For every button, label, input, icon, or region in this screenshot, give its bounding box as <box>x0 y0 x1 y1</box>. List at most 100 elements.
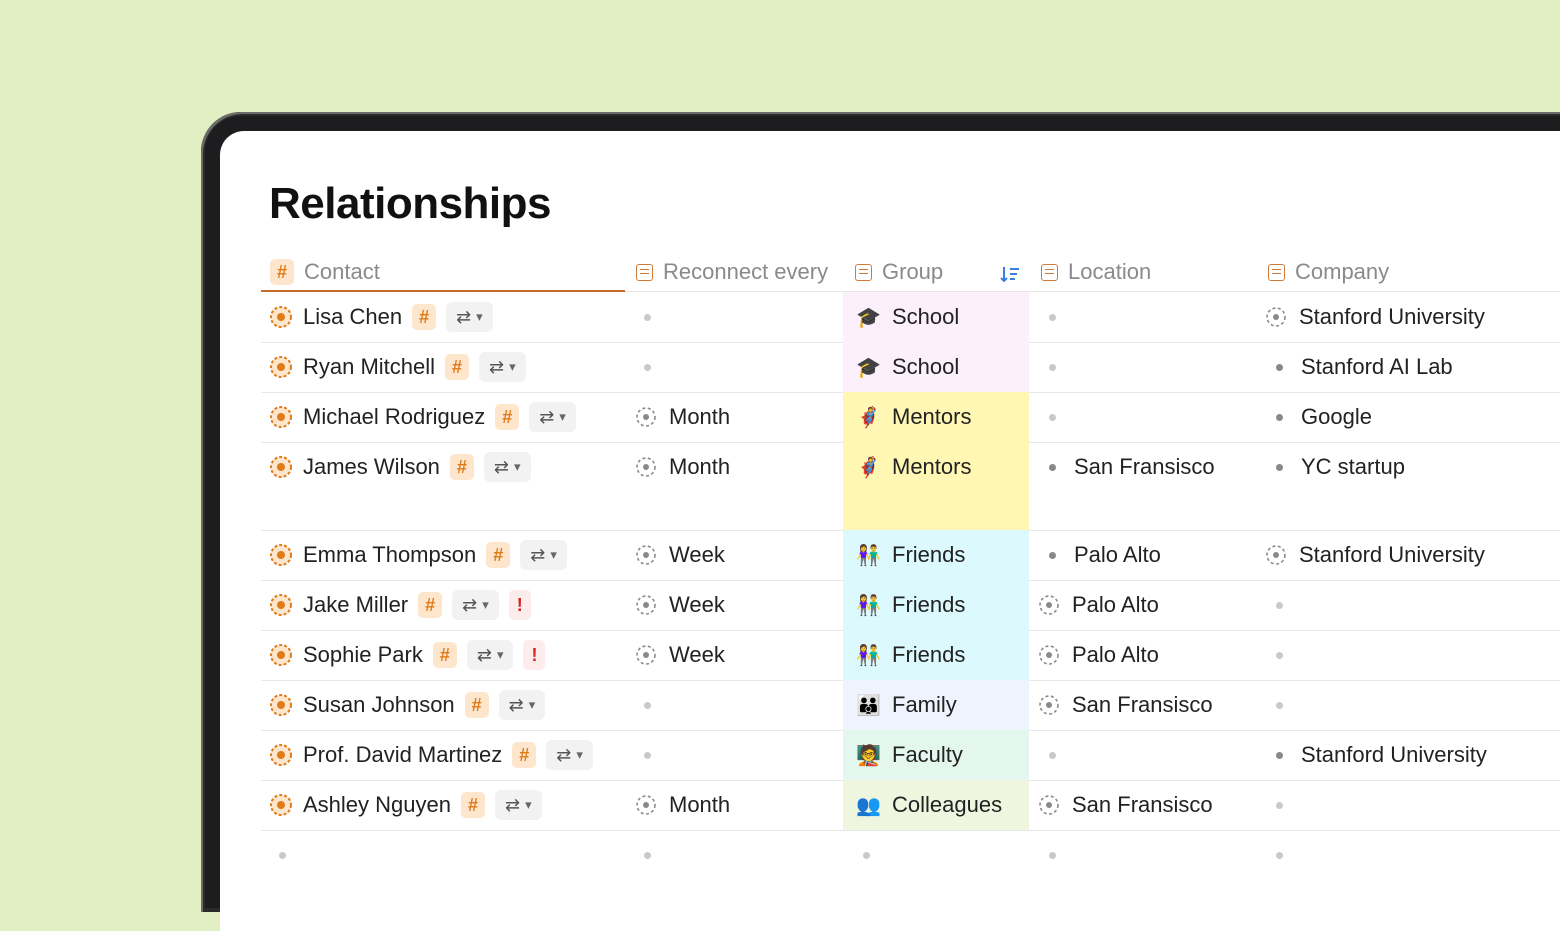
column-header-reconnect[interactable]: Reconnect every <box>636 255 828 289</box>
group-cell[interactable]: 👫 Friends <box>856 540 965 570</box>
contact-cell[interactable]: Prof. David Martinez # ⇄ ▾ <box>269 740 593 770</box>
relation-dropdown-button[interactable]: ⇄ ▾ <box>483 452 531 482</box>
sort-descending-icon[interactable] <box>1000 263 1020 285</box>
contact-cell[interactable]: Susan Johnson # ⇄ ▾ <box>269 690 546 720</box>
group-cell[interactable]: 👥 Colleagues <box>856 790 1002 820</box>
hash-icon[interactable]: # <box>512 742 537 768</box>
hash-icon[interactable]: # <box>412 304 437 330</box>
column-header-location[interactable]: Location <box>1041 255 1151 289</box>
hash-icon[interactable]: # <box>464 692 489 718</box>
empty-cell[interactable] <box>279 840 286 870</box>
column-header-group[interactable]: Group <box>855 255 943 289</box>
contact-cell[interactable]: Jake Miller # ⇄ ▾! <box>269 590 531 620</box>
table-row[interactable]: Emma Thompson # ⇄ ▾ Week 👫 Friends Palo Alto Sta… <box>261 530 1560 581</box>
contact-cell[interactable]: Ryan Mitchell # ⇄ ▾ <box>269 352 526 382</box>
column-header-company[interactable]: Company <box>1268 255 1389 289</box>
column-header-contact[interactable]: # Contact <box>270 255 380 289</box>
location-cell[interactable]: Palo Alto <box>1042 540 1161 570</box>
location-cell-empty[interactable] <box>1049 402 1056 432</box>
company-cell[interactable]: Stanford AI Lab <box>1269 352 1453 382</box>
company-cell[interactable]: Stanford University <box>1265 540 1485 570</box>
location-cell[interactable]: Palo Alto <box>1038 590 1159 620</box>
relation-dropdown-button[interactable]: ⇄ ▾ <box>529 402 576 432</box>
group-cell[interactable]: 👪 Family <box>856 690 957 720</box>
new-row-placeholder[interactable] <box>261 830 1560 880</box>
relation-dropdown-button[interactable]: ⇄ ▾ <box>520 540 567 570</box>
group-cell[interactable]: 👫 Friends <box>856 590 965 620</box>
table-row[interactable]: Ryan Mitchell # ⇄ ▾ 🎓 School Stanford AI Lab <box>261 342 1560 393</box>
empty-cell[interactable] <box>863 840 870 870</box>
group-cell[interactable]: 🦸 Mentors <box>856 402 971 432</box>
company-cell[interactable]: Stanford University <box>1265 302 1485 332</box>
reconnect-empty[interactable] <box>644 740 651 770</box>
relation-dropdown-button[interactable]: ⇄ ▾ <box>452 590 499 620</box>
contact-cell[interactable]: Ashley Nguyen # ⇄ ▾ <box>269 790 542 820</box>
contact-cell[interactable]: Michael Rodriguez # ⇄ ▾ <box>269 402 576 432</box>
location-cell[interactable]: San Fransisco <box>1042 452 1215 482</box>
reconnect-cell[interactable]: Week <box>635 640 725 670</box>
reconnect-cell[interactable]: Week <box>635 540 725 570</box>
table-row[interactable]: Susan Johnson # ⇄ ▾ 👪 Family San Fransisco <box>261 680 1560 731</box>
reconnect-empty[interactable] <box>644 690 651 720</box>
location-cell[interactable]: San Fransisco <box>1038 790 1213 820</box>
table-row[interactable]: Sophie Park # ⇄ ▾! Week 👫 Friends Palo Alto <box>261 630 1560 681</box>
empty-cell[interactable] <box>1276 840 1283 870</box>
relation-dropdown-button[interactable]: ⇄ ▾ <box>494 790 542 820</box>
relation-dropdown-button[interactable]: ⇄ ▾ <box>466 640 514 670</box>
company-cell-empty[interactable] <box>1276 590 1283 620</box>
hash-icon[interactable]: # <box>432 642 457 668</box>
company-cell-empty[interactable] <box>1276 690 1283 720</box>
relation-dropdown-button[interactable]: ⇄ ▾ <box>498 690 546 720</box>
group-label: Friends <box>892 642 966 667</box>
reconnect-empty[interactable] <box>644 352 651 382</box>
group-cell[interactable]: 🧑‍🏫 Faculty <box>856 740 963 770</box>
location-cell-empty[interactable] <box>1049 302 1056 332</box>
contact-cell[interactable]: James Wilson # ⇄ ▾ <box>269 452 531 482</box>
relation-dropdown-button[interactable]: ⇄ ▾ <box>546 740 593 770</box>
location-cell-empty[interactable] <box>1049 352 1056 382</box>
alert-icon[interactable]: ! <box>523 640 546 670</box>
hash-icon[interactable]: # <box>449 454 474 480</box>
company-cell[interactable]: Google <box>1269 402 1372 432</box>
reconnect-cell[interactable]: Week <box>635 590 725 620</box>
dashed-circle-icon <box>1039 695 1059 715</box>
group-cell[interactable]: 👫 Friends <box>856 640 965 670</box>
table-row[interactable]: Ashley Nguyen # ⇄ ▾ Month 👥 Colleagues San Fran… <box>261 780 1560 831</box>
hash-icon[interactable]: # <box>460 792 485 818</box>
swap-arrows-icon: ⇄ <box>508 694 524 715</box>
company-cell-empty[interactable] <box>1276 640 1283 670</box>
company-cell-empty[interactable] <box>1276 790 1283 820</box>
group-cell[interactable]: 🎓 School <box>856 302 959 332</box>
reconnect-cell[interactable]: Month <box>635 452 730 482</box>
hash-icon[interactable]: # <box>495 404 520 430</box>
reconnect-cell[interactable]: Month <box>635 790 730 820</box>
hash-icon[interactable]: # <box>486 542 511 568</box>
company-cell[interactable]: Stanford University <box>1269 740 1487 770</box>
table-row[interactable]: Prof. David Martinez # ⇄ ▾ 🧑‍🏫 Faculty Stanfor… <box>261 730 1560 781</box>
company-cell[interactable]: YC startup <box>1269 452 1405 482</box>
location-cell-empty[interactable] <box>1049 740 1056 770</box>
hash-icon[interactable]: # <box>445 354 470 380</box>
table-row[interactable]: Michael Rodriguez # ⇄ ▾ Month 🦸 Mentors Google <box>261 392 1560 443</box>
hash-icon[interactable]: # <box>418 592 443 618</box>
table-row[interactable]: Jake Miller # ⇄ ▾! Week 👫 Friends Palo Alto <box>261 580 1560 631</box>
dashed-circle-icon <box>636 795 656 815</box>
contact-cell[interactable]: Sophie Park # ⇄ ▾! <box>269 640 546 670</box>
empty-cell[interactable] <box>644 840 651 870</box>
alert-icon[interactable]: ! <box>508 590 531 620</box>
reconnect-empty[interactable] <box>644 302 651 332</box>
company-cell-label: Stanford AI Lab <box>1301 354 1453 379</box>
relation-dropdown-button[interactable]: ⇄ ▾ <box>446 302 493 332</box>
location-cell[interactable]: San Fransisco <box>1038 690 1213 720</box>
table-row[interactable]: James Wilson # ⇄ ▾ Month 🦸 Mentors San Fransisc… <box>261 442 1560 531</box>
location-cell[interactable]: Palo Alto <box>1038 640 1159 670</box>
group-cell[interactable]: 🦸 Mentors <box>856 452 971 482</box>
contact-cell[interactable]: Lisa Chen # ⇄ ▾ <box>269 302 493 332</box>
contact-cell[interactable]: Emma Thompson # ⇄ ▾ <box>269 540 567 570</box>
empty-cell[interactable] <box>1049 840 1056 870</box>
swap-arrows-icon: ⇄ <box>489 356 504 377</box>
relation-dropdown-button[interactable]: ⇄ ▾ <box>479 352 526 382</box>
reconnect-cell[interactable]: Month <box>635 402 730 432</box>
group-cell[interactable]: 🎓 School <box>856 352 959 382</box>
table-row[interactable]: Lisa Chen # ⇄ ▾ 🎓 School Stanford University <box>261 292 1560 343</box>
